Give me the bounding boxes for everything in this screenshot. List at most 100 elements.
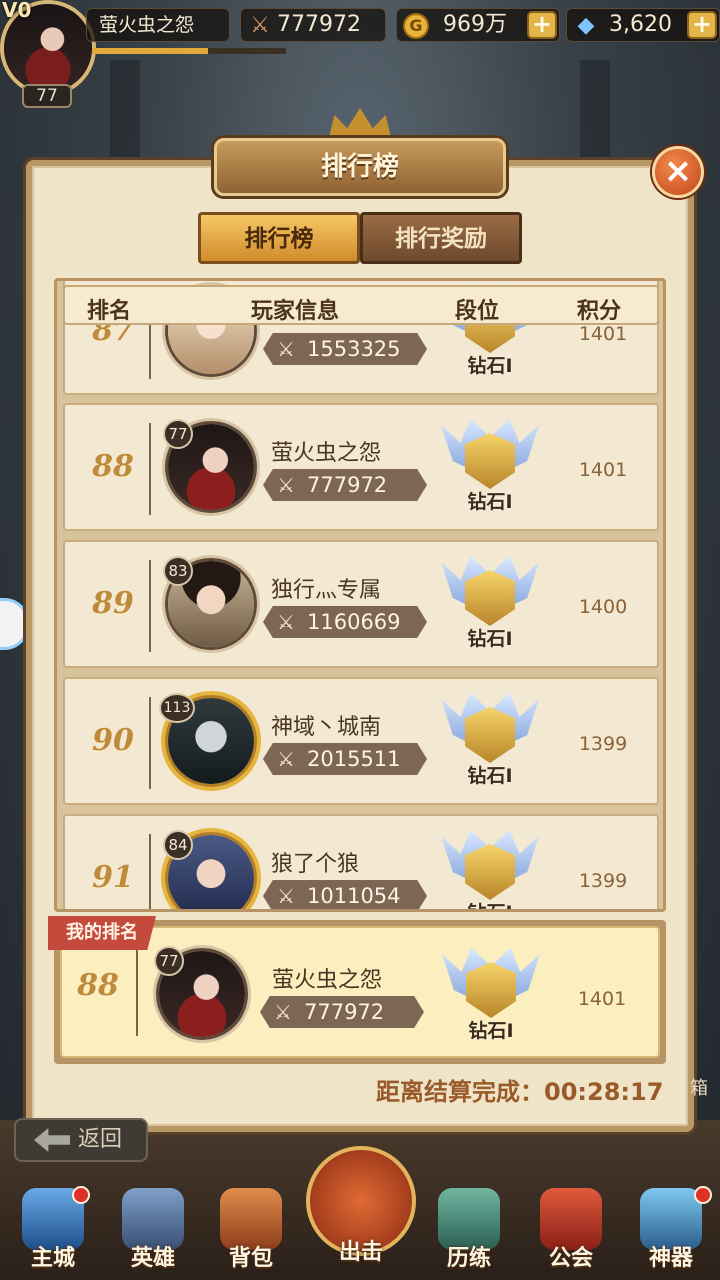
xp-bar-fill [92,48,209,54]
tier-label: 钻石Ⅰ [467,628,513,650]
power-value: 777972 [277,12,361,37]
nav-item-battle[interactable]: 出击 [306,1146,416,1266]
nav-item-guild[interactable]: 公会 [526,1182,616,1278]
player-name-pill: 萤火虫之怨 [86,8,230,42]
power-value: ⚔ 2015511 [263,743,427,775]
panel-title: 排行榜 [214,138,506,196]
table-row[interactable]: 90 113 神域丶城南 ⚔ 2015511 钻石Ⅰ 1399 [63,677,659,805]
nav-label: 英雄 [130,1246,175,1271]
badge-core [465,570,515,626]
diamond-rank-badge-icon [441,830,539,906]
player-name: 萤火虫之怨 [99,14,195,36]
gold-pill: G 969万 + [396,8,560,42]
row-rank: 88 [92,449,134,484]
score-value: 1401 [578,459,628,481]
diamond-icon: ◆ [577,13,595,38]
diamond-rank-badge-icon [442,948,540,1024]
crossed-swords-icon: ⚔ [277,884,295,908]
player-name: 独行灬专属 [271,578,382,603]
gem-value: 3,620 [609,12,672,37]
crossed-swords-icon: ⚔ [277,337,295,361]
close-button[interactable]: × [652,146,704,198]
power-number: 2015511 [307,747,401,771]
notification-dot [694,1186,712,1204]
nav-label: 神器 [648,1246,693,1271]
tier-label: 钻石Ⅰ [468,1020,514,1042]
back-arrow-icon [34,1128,70,1152]
score-value: 1399 [578,870,628,892]
header-rank: 排名 [87,299,132,324]
settlement-countdown: 距离结算完成：00:28:17 [376,1078,664,1106]
gem-pill: ◆ 3,620 + [566,8,720,42]
power-value: ⚔ 777972 [263,469,427,501]
add-gems-button[interactable]: + [687,11,717,39]
tab-bar: 排行榜 排行奖励 [198,212,522,264]
score-value: 1401 [577,988,627,1010]
close-icon: × [663,151,693,191]
score-value: 1401 [578,323,628,345]
crossed-swords-icon: ⚔ [277,473,295,497]
tab-leaderboard[interactable]: 排行榜 [198,212,360,264]
power-number: 777972 [307,473,388,497]
badge-core [465,707,515,763]
leaderboard-list[interactable]: 排名 玩家信息 段位 积分 87 ⚔ 1553325 钻石Ⅰ 1401 88 7… [54,278,666,912]
power-number: 1160669 [307,610,401,634]
row-rank: 90 [92,723,134,758]
player-name: 神域丶城南 [271,715,382,740]
diamond-rank-badge-icon [441,693,539,769]
top-bar: V0 77 萤火虫之怨 ⚔ 777972 G 969万 + ◆ 3,620 + [0,0,720,110]
table-row[interactable]: 88 77 萤火虫之怨 ⚔ 777972 钻石Ⅰ 1401 [63,403,659,531]
level-badge: 77 [154,946,184,976]
nav-item-artifact[interactable]: 神器 [626,1182,716,1278]
back-button[interactable]: 返回 [14,1118,148,1162]
row-divider [149,834,151,909]
power-value: ⚔ 1553325 [263,333,427,365]
row-rank: 89 [92,586,134,621]
tier-label: 钻石Ⅰ [441,898,539,909]
tab-rank-rewards[interactable]: 排行奖励 [360,212,522,264]
back-label: 返回 [78,1127,123,1152]
level-badge: 77 [163,419,193,449]
power-number: 777972 [304,1000,385,1024]
add-gold-button[interactable]: + [527,11,557,39]
power-pill: ⚔ 777972 [240,8,386,42]
table-row[interactable]: 91 84 狼了个狼 ⚔ 1011054 钻石Ⅰ 1399 [63,814,659,909]
tier-label: 钻石Ⅰ [467,355,513,377]
header-score: 积分 [577,299,622,324]
crossed-swords-icon: ⚔ [277,610,295,634]
nav-item-main-city[interactable]: 主城 [8,1182,98,1278]
nav-item-training[interactable]: 历练 [424,1182,514,1278]
score-value: 1399 [578,733,628,755]
player-name: 萤火虫之怨 [272,968,383,993]
badge-core [465,844,515,900]
tier-label: 钻石Ⅰ [467,765,513,787]
player-level-badge: 77 [22,84,72,108]
side-chest-label: 箱 [690,1078,708,1099]
power-value: ⚔ 1011054 [263,880,427,909]
my-rank-tag: 我的排名 [48,916,156,950]
row-rank: 91 [92,860,134,895]
my-rank-number: 88 [77,968,119,1003]
diamond-rank-badge-icon [441,419,539,495]
level-badge: 84 [163,830,193,860]
nav-label: 公会 [548,1246,593,1271]
score-value: 1400 [578,596,628,618]
xp-bar [92,48,286,54]
power-number: 1011054 [307,884,401,908]
nav-label: 历练 [446,1246,491,1271]
header-player-info: 玩家信息 [251,299,340,324]
row-divider [136,944,138,1036]
vip-label: V0 [2,0,32,22]
header-tier: 段位 [455,299,500,324]
nav-label: 主城 [30,1246,75,1271]
row-divider [149,560,151,652]
nav-item-bag[interactable]: 背包 [206,1182,296,1278]
table-row[interactable]: 89 83 独行灬专属 ⚔ 1160669 钻石Ⅰ 1400 [63,540,659,668]
nav-item-heroes[interactable]: 英雄 [108,1182,198,1278]
crossed-swords-icon: ⚔ [274,1000,292,1024]
nav-label: 出击 [338,1240,383,1265]
list-header: 排名 玩家信息 段位 积分 [63,285,659,325]
notification-dot [72,1186,90,1204]
badge-core [465,433,515,489]
row-divider [149,697,151,789]
